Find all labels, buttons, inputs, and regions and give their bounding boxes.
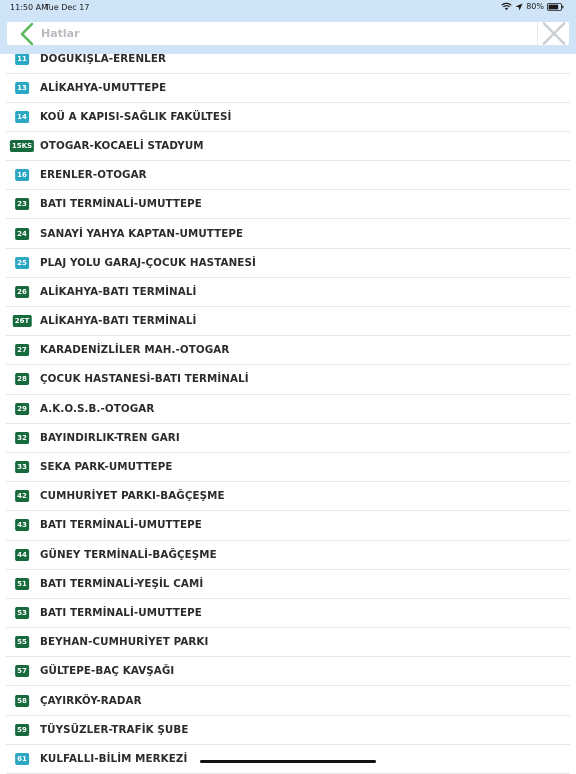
route-row[interactable]: 23 BATI TERMİNALİ-UMUTTEPE xyxy=(6,190,570,220)
route-code-badge: 24 xyxy=(15,227,29,240)
route-list: 11 DOĞUKIŞLA-ERENLER 13 ALİKAHYA-UMUTTEPE 14… xyxy=(0,45,576,774)
route-row[interactable]: 42 CUMHURİYET PARKI-BAĞÇEŞME xyxy=(6,482,570,512)
route-name: KOÜ A KAPISI-SAĞLIK FAKÜLTESİ xyxy=(40,110,232,123)
route-row[interactable]: 32 BAYINDIRLIK-TREN GARI xyxy=(6,424,570,453)
route-name: A.K.O.S.B.-OTOGAR xyxy=(40,402,155,415)
battery-icon xyxy=(547,2,564,11)
route-code-badge: 27 xyxy=(15,344,29,357)
route-name: ALİKAHYA-BATI TERMİNALİ xyxy=(40,315,197,328)
route-row[interactable]: 28 ÇOCUK HASTANESİ-BATI TERMİNALİ xyxy=(6,365,570,395)
route-code-badge: 51 xyxy=(15,577,29,590)
route-code-badge: 25 xyxy=(15,256,29,269)
route-row[interactable]: 26 ALİKAHYA-BATI TERMİNALİ xyxy=(6,278,570,307)
route-code-badge: 13 xyxy=(15,81,29,94)
route-code-badge: 23 xyxy=(15,198,29,211)
battery-percent: 80% xyxy=(526,2,544,11)
route-code-badge: 53 xyxy=(15,606,29,619)
route-row[interactable]: 15KS OTOGAR-KOCAELİ STADYUM xyxy=(6,132,570,162)
route-name: ALİKAHYA-BATI TERMİNALİ xyxy=(40,285,197,298)
route-name: BATI TERMİNALİ-UMUTTEPE xyxy=(40,198,202,211)
route-name: CUMHURİYET PARKI-BAĞÇEŞME xyxy=(40,490,225,503)
close-icon[interactable] xyxy=(537,22,569,45)
route-code-badge: 29 xyxy=(15,402,29,415)
route-name: KARADENİZLİLER MAH.-OTOGAR xyxy=(40,344,230,357)
route-row[interactable]: 51 BATI TERMİNALİ-YEŞİL CAMİ xyxy=(6,570,570,599)
route-code-badge: 15KS xyxy=(9,139,35,152)
route-name: ÇAYIRKÖY-RADAR xyxy=(40,694,142,707)
route-row[interactable]: 59 TÜYSÜZLER-TRAFİK ŞUBE xyxy=(6,716,570,745)
route-row[interactable]: 24 SANAYİ YAHYA KAPTAN-UMUTTEPE xyxy=(6,219,570,249)
route-code-badge: 26T xyxy=(12,315,32,328)
search-input[interactable] xyxy=(41,24,531,43)
route-row[interactable]: 26T ALİKAHYA-BATI TERMİNALİ xyxy=(6,307,570,337)
route-code-badge: 61 xyxy=(15,752,29,765)
route-name: GÜLTEPE-BAÇ KAVŞAĞI xyxy=(40,665,175,678)
route-code-badge: 44 xyxy=(15,548,29,561)
route-name: BAYINDIRLIK-TREN GARI xyxy=(40,431,180,444)
route-name: BATI TERMİNALİ-UMUTTEPE xyxy=(40,606,202,619)
route-code-badge: 26 xyxy=(15,285,29,298)
route-row[interactable]: 13 ALİKAHYA-UMUTTEPE xyxy=(6,74,570,103)
route-row[interactable]: 53 BATI TERMİNALİ-UMUTTEPE xyxy=(6,599,570,629)
route-name: SEKA PARK-UMUTTEPE xyxy=(40,461,173,474)
route-name: PLAJ YOLU GARAJ-ÇOCUK HASTANESİ xyxy=(40,256,256,269)
route-code-badge: 43 xyxy=(15,519,29,532)
route-code-badge: 59 xyxy=(15,723,29,736)
route-row[interactable]: 33 SEKA PARK-UMUTTEPE xyxy=(6,453,570,483)
search-bar xyxy=(7,22,569,46)
route-row[interactable]: 25 PLAJ YOLU GARAJ-ÇOCUK HASTANESİ xyxy=(6,249,570,278)
route-name: DOĞUKIŞLA-ERENLER xyxy=(40,52,166,65)
route-name: BATI TERMİNALİ-UMUTTEPE xyxy=(40,519,202,532)
status-bar: 11:50 AM Tue Dec 17 80% xyxy=(0,0,576,16)
route-code-badge: 32 xyxy=(15,431,29,444)
route-row[interactable]: 27 KARADENİZLİLER MAH.-OTOGAR xyxy=(6,336,570,366)
wifi-icon xyxy=(501,2,512,11)
route-name: OTOGAR-KOCAELİ STADYUM xyxy=(40,139,204,152)
route-code-badge: 33 xyxy=(15,461,29,474)
route-row[interactable]: 57 GÜLTEPE-BAÇ KAVŞAĞI xyxy=(6,657,570,687)
route-code-badge: 16 xyxy=(15,169,29,182)
route-code-badge: 57 xyxy=(15,665,29,678)
route-row[interactable]: 14 KOÜ A KAPISI-SAĞLIK FAKÜLTESİ xyxy=(6,103,570,132)
route-code-badge: 11 xyxy=(15,52,29,65)
route-name: ERENLER-OTOGAR xyxy=(40,169,147,182)
header-bar: 11:50 AM Tue Dec 17 80% xyxy=(0,0,576,54)
home-indicator xyxy=(200,760,376,763)
route-row[interactable]: 55 BEYHAN-CUMHURİYET PARKI xyxy=(6,628,570,658)
route-row[interactable]: 58 ÇAYIRKÖY-RADAR xyxy=(6,686,570,716)
route-row[interactable]: 16 ERENLER-OTOGAR xyxy=(6,161,570,191)
status-date: Tue Dec 17 xyxy=(45,3,90,12)
route-row[interactable]: 43 BATI TERMİNALİ-UMUTTEPE xyxy=(6,511,570,541)
status-indicators: 80% xyxy=(501,2,564,11)
route-name: ÇOCUK HASTANESİ-BATI TERMİNALİ xyxy=(40,373,249,386)
route-name: KULFALLI-BİLİM MERKEZİ xyxy=(40,752,188,765)
route-name: BEYHAN-CUMHURİYET PARKI xyxy=(40,636,209,649)
route-name: ALİKAHYA-UMUTTEPE xyxy=(40,81,167,94)
route-name: BATI TERMİNALİ-YEŞİL CAMİ xyxy=(40,577,204,590)
route-name: GÜNEY TERMİNALİ-BAĞÇEŞME xyxy=(40,548,217,561)
location-arrow-icon xyxy=(515,3,523,10)
route-code-badge: 28 xyxy=(15,373,29,386)
back-arrow-icon[interactable] xyxy=(17,22,37,46)
route-name: SANAYİ YAHYA KAPTAN-UMUTTEPE xyxy=(40,227,244,240)
route-code-badge: 58 xyxy=(15,694,29,707)
route-code-badge: 14 xyxy=(15,110,29,123)
status-time: 11:50 AM xyxy=(10,3,48,12)
route-row[interactable]: 29 A.K.O.S.B.-OTOGAR xyxy=(6,395,570,424)
route-row[interactable]: 44 GÜNEY TERMİNALİ-BAĞÇEŞME xyxy=(6,541,570,570)
route-code-badge: 42 xyxy=(15,490,29,503)
route-name: TÜYSÜZLER-TRAFİK ŞUBE xyxy=(40,723,189,736)
route-code-badge: 55 xyxy=(15,636,29,649)
